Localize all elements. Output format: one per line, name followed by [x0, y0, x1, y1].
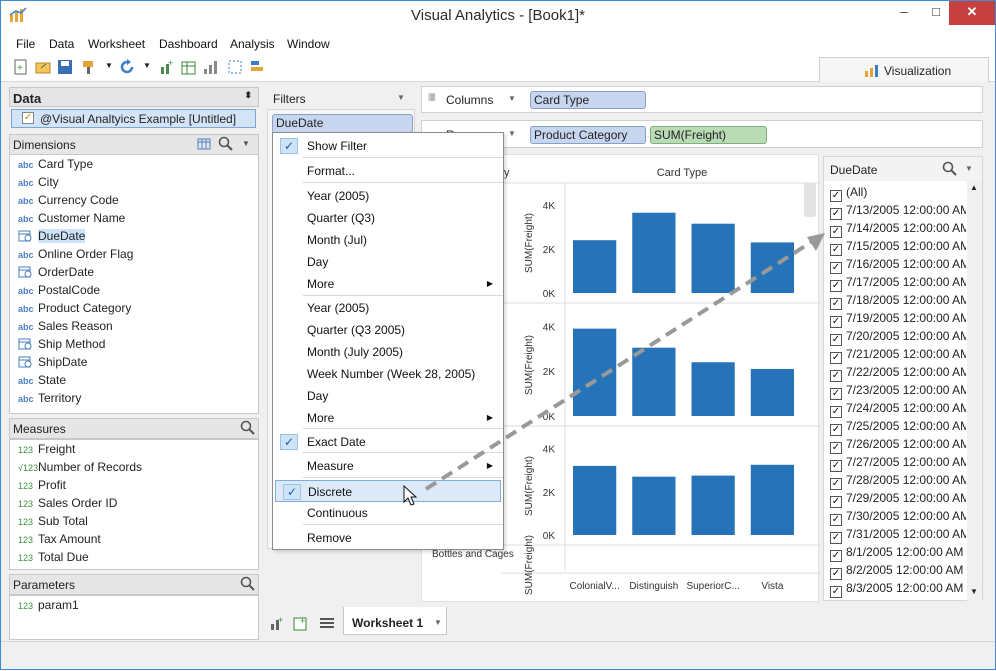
app-window: Visual Analytics - [Book1]* – □ ✕ File D…	[0, 0, 996, 670]
annotation-arrow	[424, 233, 825, 491]
mouse-cursor-icon	[403, 485, 418, 506]
